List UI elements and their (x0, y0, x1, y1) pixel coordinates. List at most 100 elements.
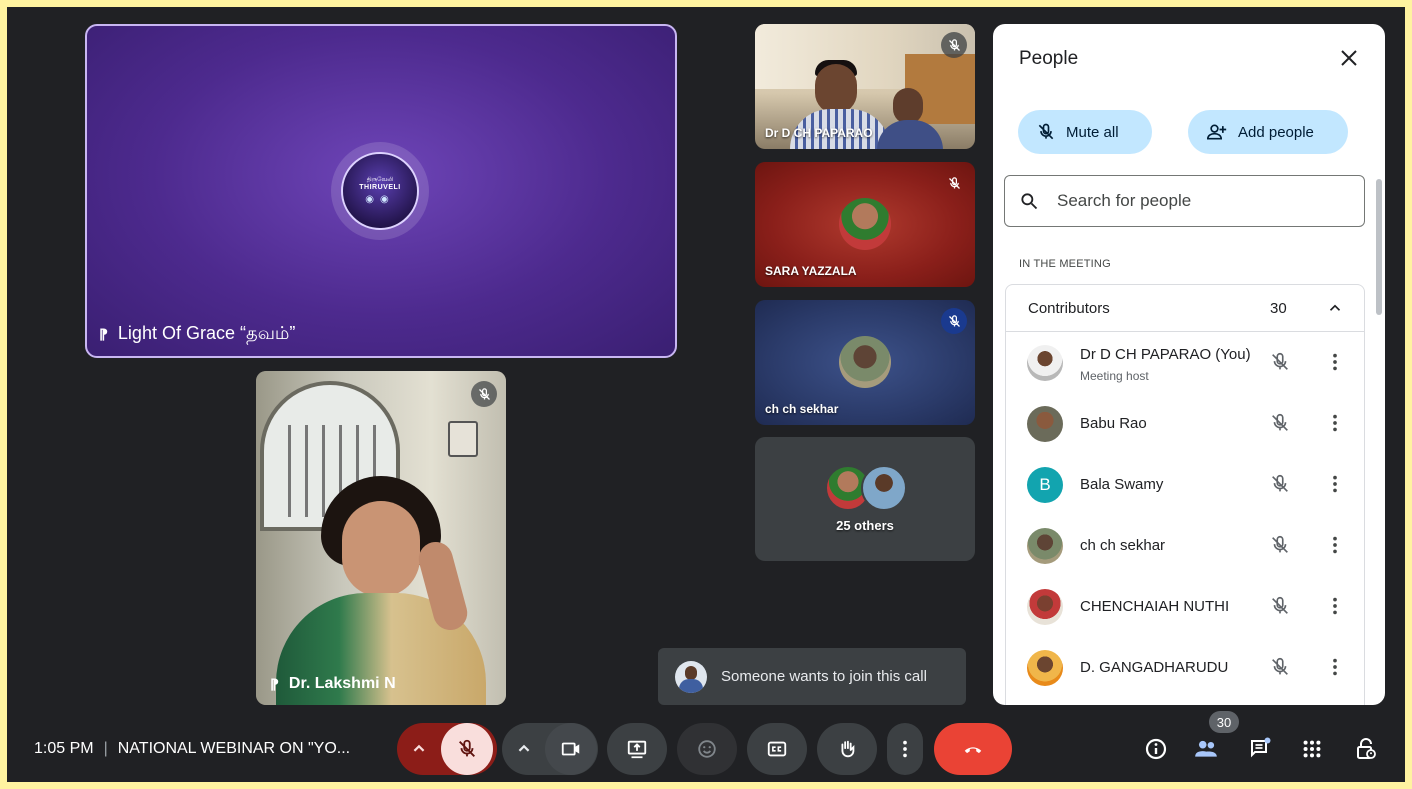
raise-hand-button[interactable] (817, 723, 877, 775)
presenter-avatar: திருவேலி THIRUVELI ◉◉ (331, 142, 429, 240)
sara-name: SARA YAZZALA (765, 264, 857, 278)
meeting-info-button[interactable] (1143, 736, 1169, 762)
person-row[interactable]: D. GANGADHARUDU (1006, 637, 1364, 698)
hang-up-icon (964, 747, 982, 754)
more-vertical-icon[interactable] (1324, 655, 1346, 679)
mic-off-icon (459, 739, 475, 757)
participant-tile-sekhar[interactable]: ch ch sekhar (755, 300, 975, 425)
closed-captions-icon (767, 741, 787, 757)
more-vertical-icon[interactable] (1324, 533, 1346, 557)
person-name: ch ch sekhar (1080, 537, 1166, 554)
person-row[interactable]: ch ch sekhar (1006, 515, 1364, 576)
others-label: 25 others (836, 518, 894, 533)
bottom-control-bar: 1:05 PM | NATIONAL WEBINAR ON "YO... 30 (7, 711, 1405, 782)
add-people-button[interactable]: Add people (1188, 110, 1348, 154)
contributors-count: 30 (1270, 300, 1287, 317)
chevron-up-icon (518, 744, 530, 752)
emoji-icon (698, 740, 716, 758)
activities-button[interactable] (1299, 736, 1325, 762)
join-request-toast[interactable]: Someone wants to join this call (658, 648, 966, 705)
search-icon (1021, 193, 1038, 210)
mic-off-icon (1038, 123, 1054, 140)
person-role: Meeting host (1080, 369, 1149, 383)
video-options-button[interactable] (504, 723, 544, 775)
lock-person-icon (1357, 738, 1376, 759)
paparao-name: Dr D CH PAPARAO (765, 126, 873, 140)
more-vertical-icon[interactable] (1324, 594, 1346, 618)
mic-off-icon[interactable] (1269, 656, 1291, 678)
participant-tile-paparao[interactable]: Dr D CH PAPARAO (755, 24, 975, 149)
people-list: Dr D CH PAPARAO (You) Meeting host Babu Ra… (1006, 332, 1364, 698)
sekhar-avatar (839, 336, 891, 388)
avatar-initial: B (1039, 475, 1051, 494)
host-controls-button[interactable] (1353, 736, 1379, 762)
more-vertical-icon[interactable] (1324, 350, 1346, 374)
presenter-name: Light Of Grace “தவம்” (117, 323, 296, 343)
video-camera-icon (561, 742, 580, 756)
leave-call-button[interactable] (934, 723, 1012, 775)
presenter-tile[interactable]: திருவேலி THIRUVELI ◉◉ ⁋ Light Of Grace “… (85, 24, 677, 358)
camera-button[interactable] (545, 723, 597, 775)
panel-scrollbar[interactable] (1376, 179, 1382, 315)
lakshmi-name-label: ⁋ Dr. Lakshmi N (270, 675, 396, 692)
microphone-button[interactable] (441, 723, 493, 775)
meet-stage: திருவேலி THIRUVELI ◉◉ ⁋ Light Of Grace “… (7, 7, 1405, 782)
more-vertical-icon[interactable] (1324, 472, 1346, 496)
person-name: CHENCHAIAH NUTHI (1080, 598, 1230, 615)
mic-off-icon (941, 308, 967, 334)
person-name: Bala Swamy (1080, 476, 1164, 493)
separator: | (103, 740, 108, 757)
present-screen-button[interactable] (607, 723, 667, 775)
toast-text: Someone wants to join this call (721, 668, 927, 685)
meeting-title[interactable]: NATIONAL WEBINAR ON "YO... (118, 740, 350, 758)
raise-hand-icon (841, 740, 855, 758)
people-icon (1195, 740, 1217, 757)
chevron-up-icon (413, 744, 425, 752)
mic-off-icon[interactable] (1269, 351, 1291, 373)
requester-avatar (675, 660, 707, 693)
search-input[interactable] (1055, 190, 1339, 212)
person-avatar (1027, 406, 1063, 442)
mic-off-icon[interactable] (1269, 412, 1291, 434)
audio-options-button[interactable] (399, 723, 439, 775)
person-name: Babu Rao (1080, 415, 1147, 432)
clock: 1:05 PM (34, 740, 94, 757)
section-label: IN THE MEETING (1019, 258, 1111, 270)
apps-grid-icon (1303, 740, 1321, 758)
people-button[interactable] (1193, 736, 1219, 762)
mic-off-icon[interactable] (1269, 595, 1291, 617)
sekhar-name: ch ch sekhar (765, 402, 839, 416)
chevron-up-icon[interactable] (1326, 299, 1344, 317)
mic-off-icon[interactable] (1269, 473, 1291, 495)
person-avatar (1027, 650, 1063, 686)
mic-off-icon[interactable] (1269, 534, 1291, 556)
presenter-name-label: ⁋ Light Of Grace “தவம்” (99, 323, 295, 346)
close-icon[interactable] (1337, 46, 1361, 70)
info-icon (1145, 738, 1167, 760)
more-options-button[interactable] (887, 723, 923, 775)
participant-tile-lakshmi[interactable]: ⁋ Dr. Lakshmi N (256, 371, 506, 705)
more-vertical-icon[interactable] (1324, 411, 1346, 435)
people-count-badge: 30 (1209, 711, 1239, 733)
person-row[interactable]: Dr D CH PAPARAO (You) Meeting host (1006, 332, 1364, 393)
participant-tile-sara[interactable]: SARA YAZZALA (755, 162, 975, 287)
person-name: D. GANGADHARUDU (1080, 659, 1229, 676)
captions-button[interactable] (747, 723, 807, 775)
person-row[interactable]: B Bala Swamy (1006, 454, 1364, 515)
contributors-header[interactable]: Contributors 30 (1006, 285, 1364, 332)
person-name: Dr D CH PAPARAO (You) (1080, 346, 1251, 363)
search-field[interactable] (1004, 175, 1365, 227)
person-row[interactable]: CHENCHAIAH NUTHI (1006, 576, 1364, 637)
person-row[interactable]: Babu Rao (1006, 393, 1364, 454)
reactions-button[interactable] (677, 723, 737, 775)
mute-all-button[interactable]: Mute all (1018, 110, 1152, 154)
people-panel: People Mute all Add people IN THE MEETIN… (993, 24, 1385, 705)
mic-off-icon (471, 381, 497, 407)
contributors-group: Contributors 30 Dr D CH PAPARAO (You) Mee… (1005, 284, 1365, 705)
chat-icon (1251, 737, 1271, 758)
meeting-details: 1:05 PM | NATIONAL WEBINAR ON "YO... (34, 740, 350, 758)
chat-button[interactable] (1247, 736, 1273, 762)
person-avatar (1027, 345, 1063, 381)
others-tile[interactable]: 25 others (755, 437, 975, 561)
sara-avatar (839, 198, 891, 250)
